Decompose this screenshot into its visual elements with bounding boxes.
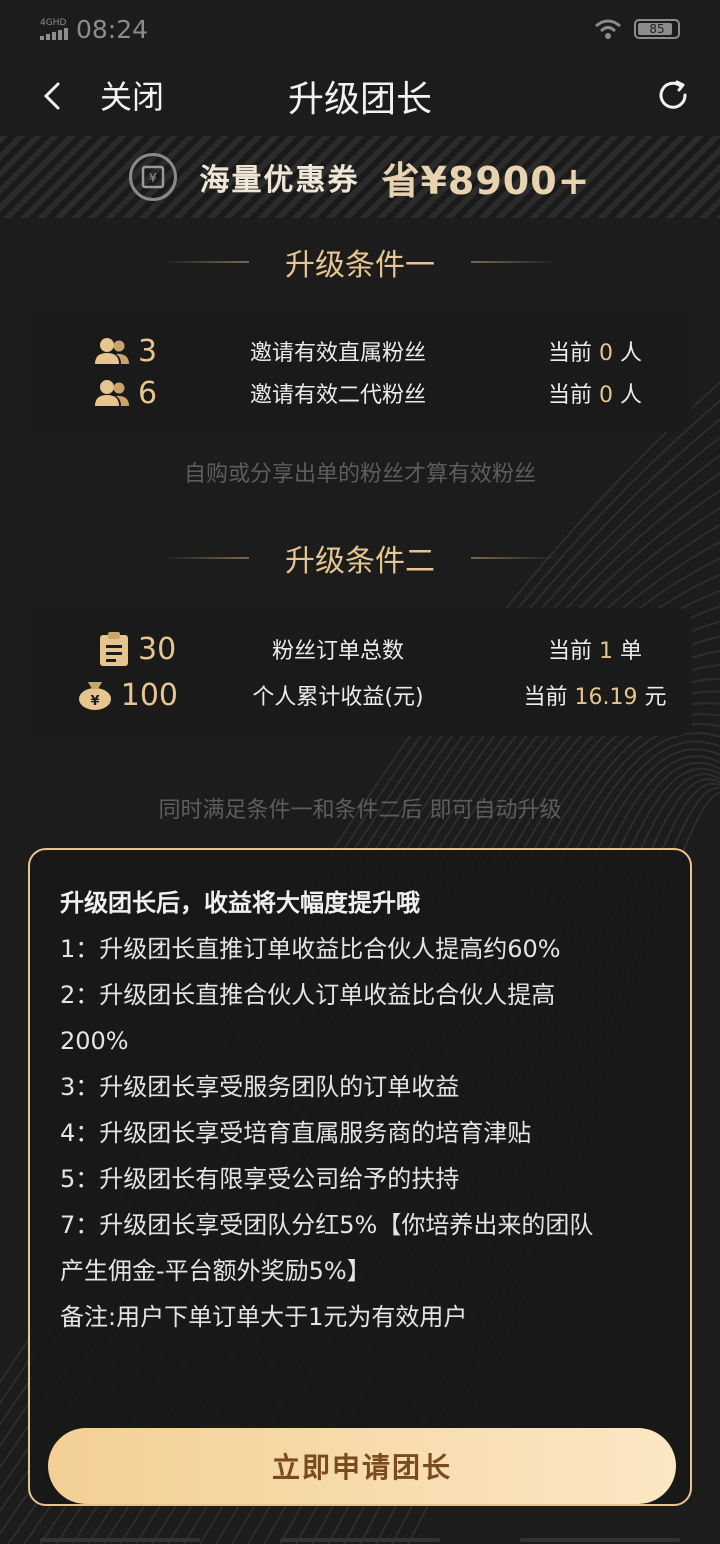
users-icon	[95, 338, 129, 364]
required-count: 30	[138, 631, 177, 667]
wifi-icon	[595, 19, 621, 39]
money-bag-icon: ¥	[78, 682, 111, 710]
condition1-card: 3 邀请有效直属粉丝 当前 0 人 6 邀请有效二代粉丝 当前 0 人	[28, 312, 692, 432]
condition2-hint: 同时满足条件一和条件二后 即可自动升级	[158, 798, 562, 823]
required-count: 6	[138, 375, 158, 411]
status-bar: 4GHD 08:24 85	[0, 0, 720, 58]
condition2-header: 升级条件二	[0, 538, 720, 579]
coupon-icon: ¥	[129, 153, 178, 201]
benefit-line: 备注:用户下单订单大于1元为有效用户	[60, 1303, 468, 1331]
current-value: 0	[599, 383, 613, 408]
benefit-line: 2：升级团长直推合伙人订单收益比合伙人提高	[60, 981, 556, 1009]
current-progress: 当前 0 人	[547, 383, 643, 408]
current-progress: 当前 16.19 元	[523, 685, 667, 710]
benefit-line: 1：升级团长直推订单收益比合伙人提高约60%	[60, 935, 561, 963]
svg-text:¥: ¥	[90, 694, 99, 709]
benefit-line: 7：升级团长享受团队分红5%【你培养出来的团队	[60, 1211, 594, 1239]
apply-team-leader-button[interactable]: 立即申请团长	[48, 1428, 676, 1504]
divider-right	[471, 261, 559, 263]
divider-left	[161, 261, 249, 263]
signal-icon: 4GHD	[40, 18, 68, 40]
condition-row: ¥ 100 个人累计收益(元) 当前 16.19 元	[28, 672, 692, 718]
current-progress: 当前 1 单	[547, 639, 643, 664]
tab-hint	[280, 1538, 440, 1542]
condition-label: 粉丝订单总数	[271, 639, 404, 664]
condition1-header: 升级条件一	[0, 242, 720, 283]
condition1-hint: 自购或分享出单的粉丝才算有效粉丝	[183, 462, 536, 487]
svg-text:¥: ¥	[150, 171, 158, 185]
benefit-line: 5：升级团长有限享受公司给予的扶持	[60, 1165, 460, 1193]
benefits-panel: 升级团长后，收益将大幅度提升哦 1：升级团长直推订单收益比合伙人提高约60% 2…	[28, 848, 692, 1506]
benefit-line: 200%	[60, 1027, 129, 1055]
current-progress: 当前 0 人	[547, 341, 643, 366]
current-value: 0	[599, 341, 613, 366]
condition-label: 邀请有效直属粉丝	[249, 341, 426, 366]
condition-row: 3 邀请有效直属粉丝 当前 0 人	[28, 330, 692, 372]
clipboard-icon	[100, 632, 128, 666]
benefit-line: 产生佣金-平台额外奖励5%】	[60, 1257, 371, 1285]
current-value: 16.19	[574, 685, 638, 710]
banner-savings: 省¥8900+	[381, 158, 591, 203]
condition1-title: 升级条件一	[285, 248, 435, 283]
battery-level: 85	[649, 22, 665, 36]
bottom-tab-hints	[0, 1538, 720, 1544]
tab-hint	[40, 1538, 200, 1542]
benefit-line: 3：升级团长享受服务团队的订单收益	[60, 1073, 460, 1101]
required-count: 3	[138, 333, 158, 369]
refresh-button[interactable]	[652, 74, 694, 116]
condition-row: 30 粉丝订单总数 当前 1 单	[28, 626, 692, 672]
status-time: 08:24	[76, 14, 149, 44]
condition2-card: 30 粉丝订单总数 当前 1 单 ¥ 100 个人累计收益(元) 当前 16.1…	[28, 608, 692, 736]
divider-left	[161, 557, 249, 559]
condition-label: 邀请有效二代粉丝	[249, 383, 426, 408]
battery-icon: 85	[634, 19, 680, 39]
benefits-heading: 升级团长后，收益将大幅度提升哦	[60, 889, 420, 917]
required-count: 100	[120, 677, 178, 713]
tab-hint	[520, 1538, 680, 1542]
nav-bar: 关闭 升级团长	[0, 58, 720, 136]
condition-label: 个人累计收益(元)	[252, 685, 424, 710]
condition2-title: 升级条件二	[285, 544, 435, 579]
network-type: 4GHD	[40, 18, 67, 28]
current-value: 1	[599, 639, 613, 664]
condition-row: 6 邀请有效二代粉丝 当前 0 人	[28, 372, 692, 414]
coupon-banner[interactable]: ¥ 海量优惠券 省¥8900+	[0, 136, 720, 218]
divider-right	[471, 557, 559, 559]
users-icon	[95, 380, 129, 406]
benefit-line: 4：升级团长享受培育直属服务商的培育津贴	[60, 1119, 532, 1147]
refresh-icon	[659, 80, 687, 109]
banner-text: 海量优惠券	[199, 163, 360, 198]
page-title: 升级团长	[287, 79, 432, 120]
